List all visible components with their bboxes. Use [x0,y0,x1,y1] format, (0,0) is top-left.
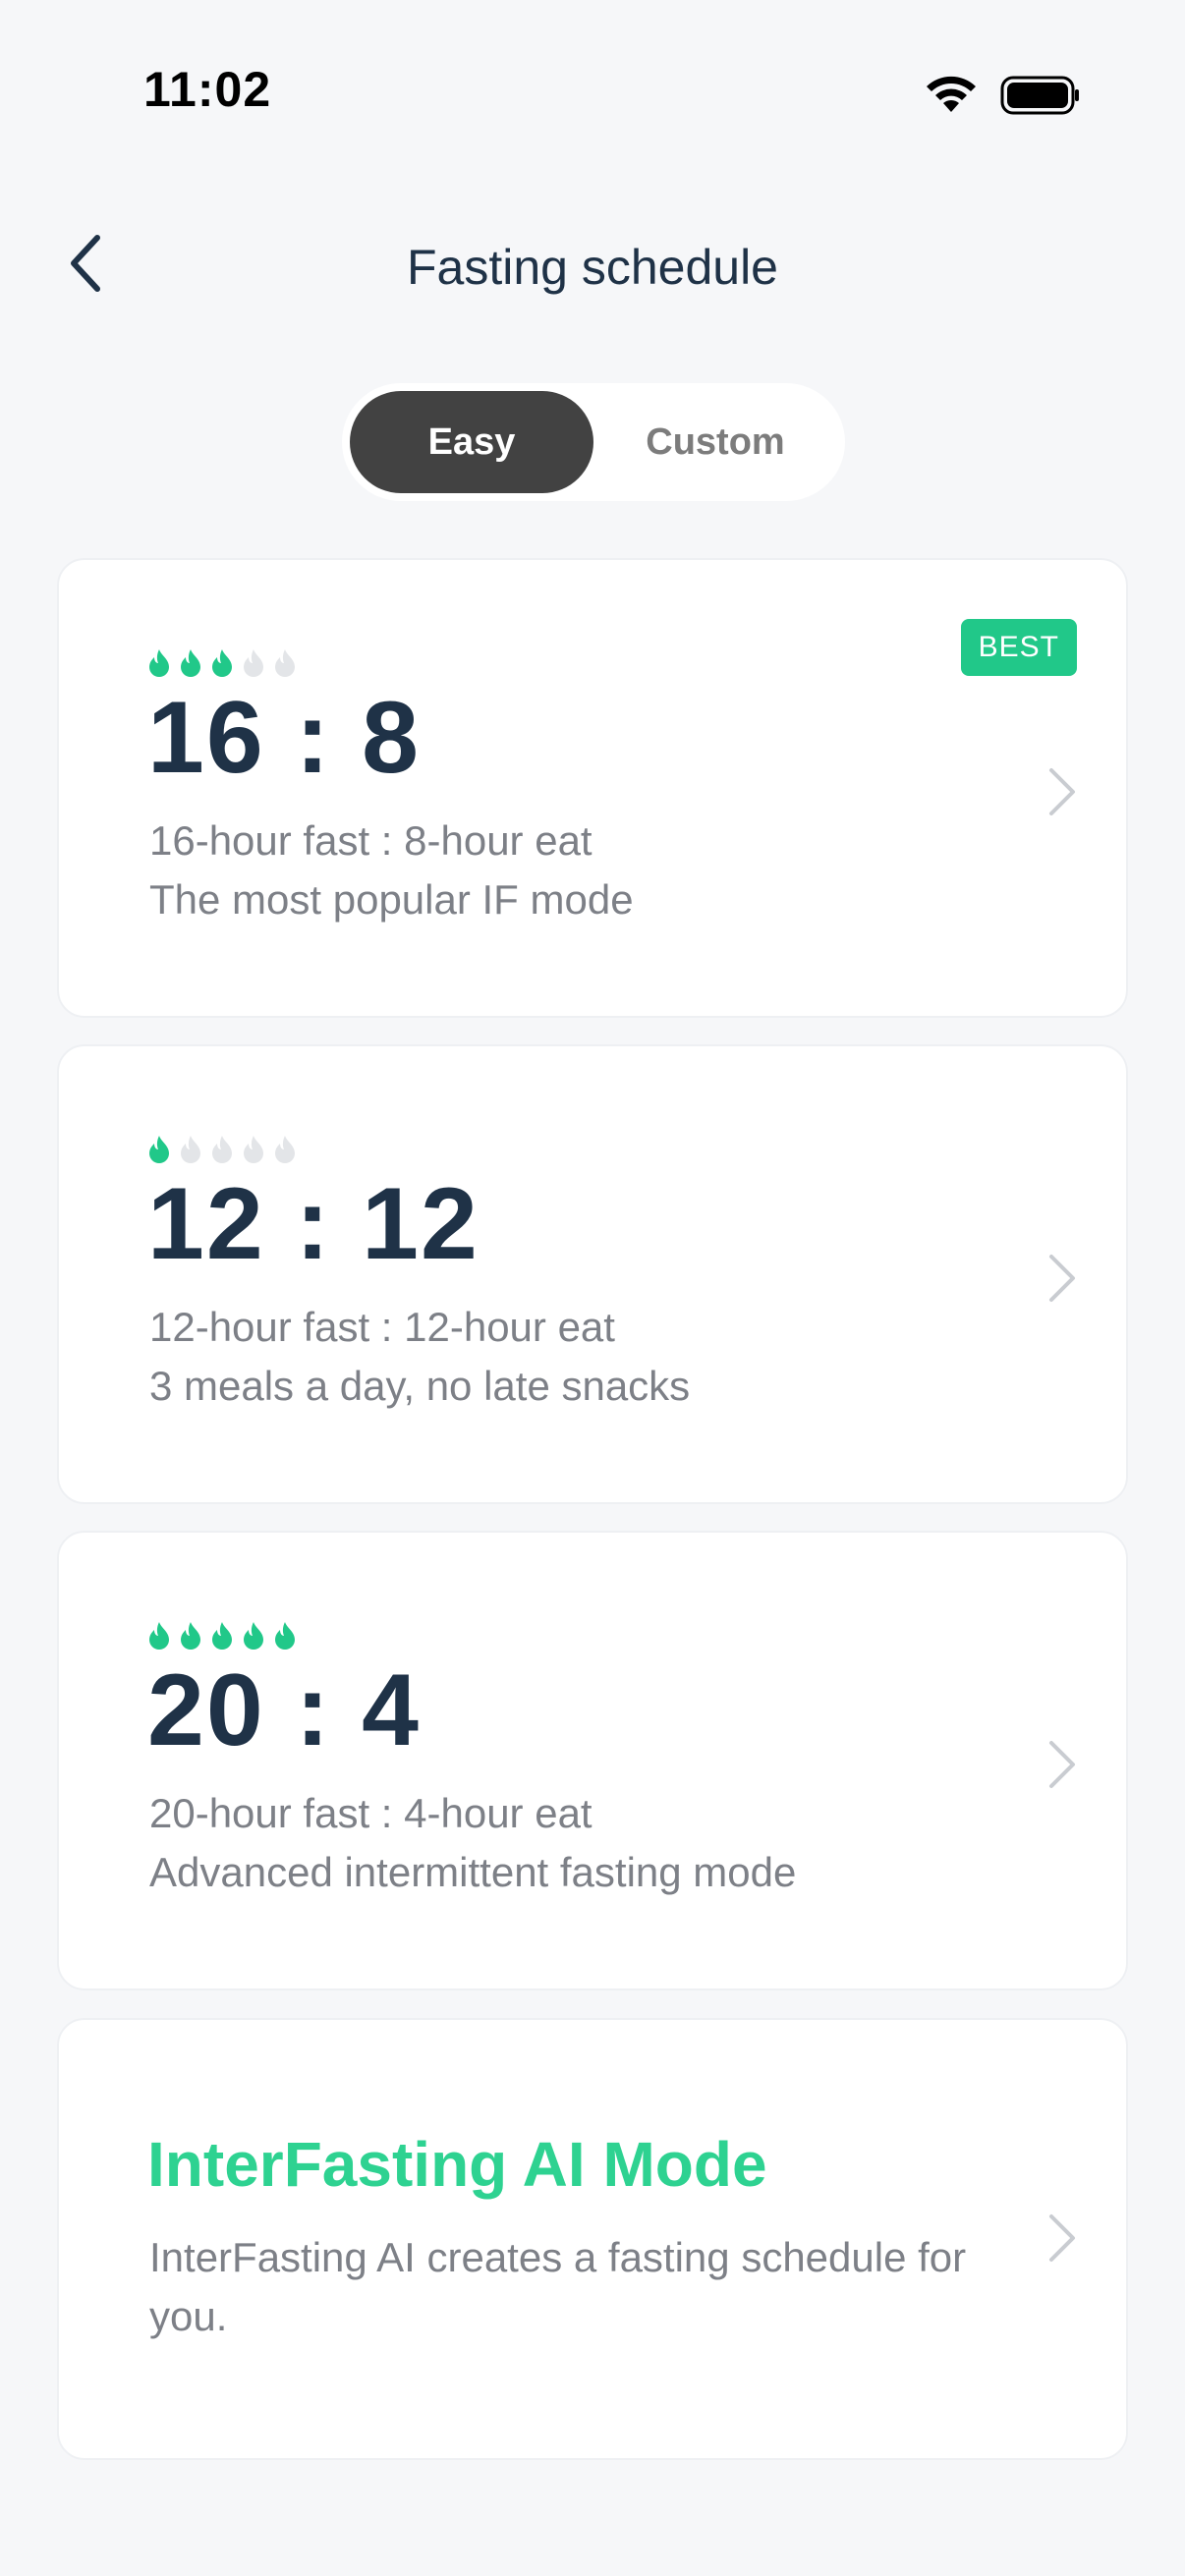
plan-ratio: 12 : 12 [147,1167,480,1281]
flame-icon [244,649,263,677]
flame-icon [212,1136,232,1163]
ai-mode-title: InterFasting AI Mode [147,2129,767,2200]
chevron-right-icon [1049,1255,1075,1302]
flame-icon [181,1622,200,1650]
flame-icon [275,1622,295,1650]
ai-mode-description: InterFasting AI creates a fasting schedu… [149,2234,967,2339]
flame-icon [244,1136,263,1163]
flame-icon [181,1136,200,1163]
plan-hours: 16-hour fast : 8-hour eat [149,817,592,864]
chevron-right-icon [1049,2214,1075,2262]
plan-card-20-4[interactable]: 20 : 4 20-hour fast : 4-hour eat Advance… [57,1531,1128,1990]
schedule-type-toggle: Easy Custom [342,383,845,501]
flame-icon [244,1622,263,1650]
flame-icon [149,1622,169,1650]
status-bar: 11:02 [0,0,1185,187]
plan-ratio: 16 : 8 [147,681,421,795]
page-title: Fasting schedule [406,240,778,295]
flame-icon [275,1136,295,1163]
ai-mode-card[interactable]: InterFasting AI Mode InterFasting AI cre… [57,2018,1128,2460]
tab-easy[interactable]: Easy [350,391,593,493]
nav-bar: Fasting schedule [0,211,1185,319]
flame-icon [149,1136,169,1163]
battery-icon [1000,76,1079,115]
plan-card-12-12[interactable]: 12 : 12 12-hour fast : 12-hour eat 3 mea… [57,1044,1128,1504]
chevron-right-icon [1049,768,1075,815]
plan-hours: 12-hour fast : 12-hour eat [149,1304,615,1350]
flame-icon [275,649,295,677]
flame-icon [149,649,169,677]
difficulty-flames [147,1135,297,1164]
flame-icon [212,1622,232,1650]
tab-custom[interactable]: Custom [593,391,837,493]
plan-description: Advanced intermittent fasting mode [149,1849,797,1895]
plan-description: 3 meals a day, no late snacks [149,1363,691,1409]
wifi-icon [927,76,976,112]
difficulty-flames [147,648,297,678]
status-time: 11:02 [143,62,272,117]
flame-icon [181,649,200,677]
difficulty-flames [147,1621,297,1651]
flame-icon [212,649,232,677]
plan-hours: 20-hour fast : 4-hour eat [149,1790,592,1836]
plan-ratio: 20 : 4 [147,1653,421,1767]
plan-description: The most popular IF mode [149,876,634,923]
best-badge: BEST [960,619,1077,676]
plan-card-16-8[interactable]: 16 : 8 16-hour fast : 8-hour eat The mos… [57,558,1128,1018]
chevron-right-icon [1049,1741,1075,1788]
